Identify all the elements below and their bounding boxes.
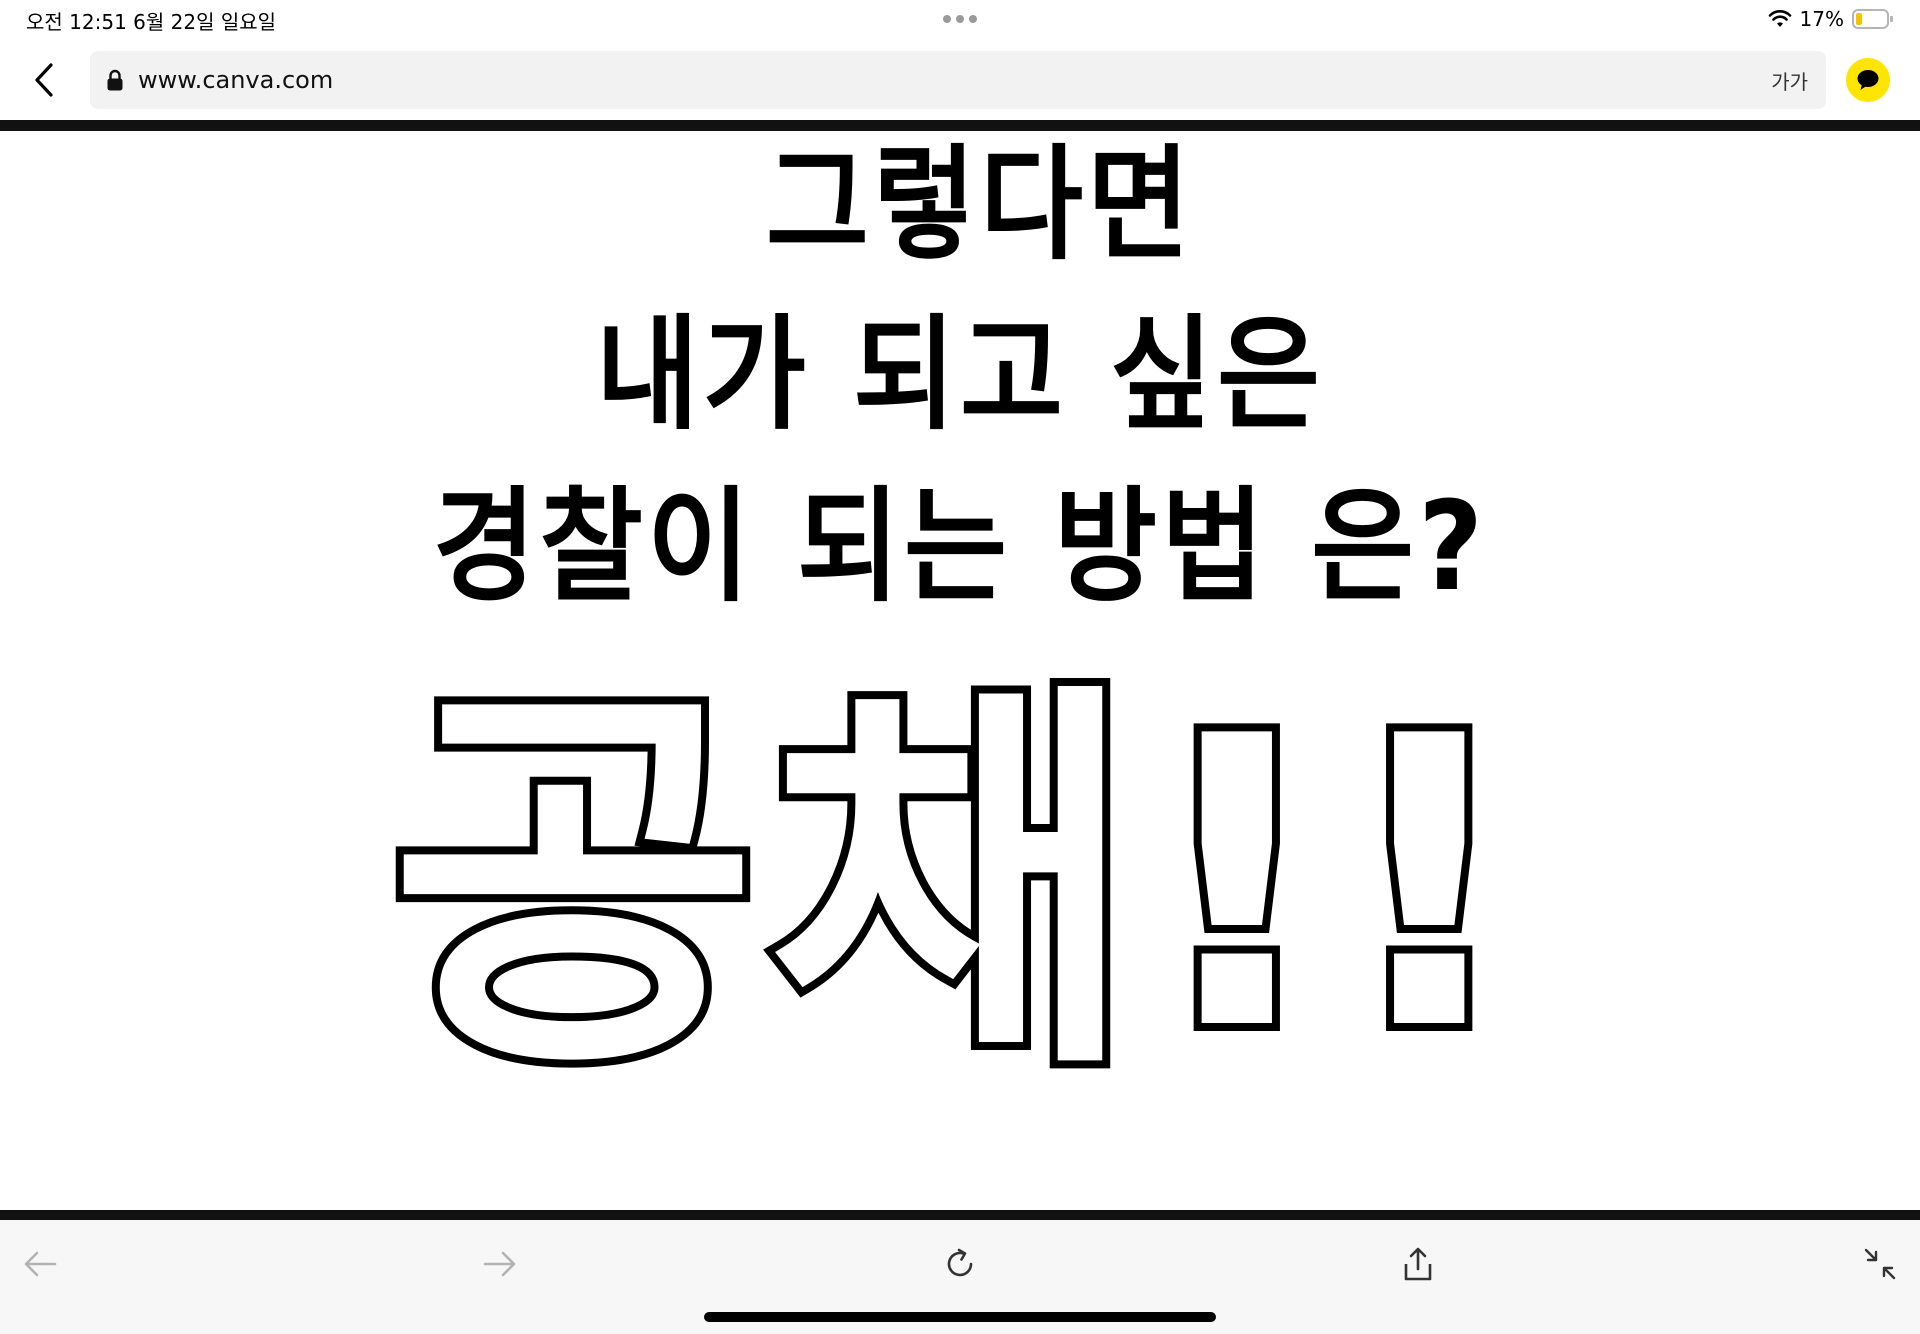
- headline-line-1: 그렇다면: [765, 133, 1195, 277]
- address-bar[interactable]: www.canva.com 가가: [90, 51, 1826, 109]
- status-right: 17%: [1768, 6, 1894, 32]
- headline-line-2: 내가 되고 싶은: [595, 303, 1325, 447]
- kakaotalk-icon: [1857, 70, 1879, 90]
- share-icon: [1404, 1247, 1432, 1281]
- battery-icon: [1852, 9, 1893, 29]
- arrow-right-icon: [483, 1251, 516, 1277]
- browser-nav-bar: www.canva.com 가가: [0, 40, 1920, 120]
- collapse-icon: [1864, 1248, 1896, 1280]
- url-text[interactable]: www.canva.com: [138, 66, 333, 94]
- multitasking-dots-icon[interactable]: [942, 14, 978, 24]
- back-button[interactable]: [26, 58, 62, 102]
- wifi-icon: [1768, 10, 1791, 27]
- battery-percent: 17%: [1799, 7, 1844, 31]
- arrow-left-icon: [24, 1251, 57, 1277]
- status-time-date: 오전 12:51 6월 22일 일요일: [26, 10, 277, 34]
- canva-slide: 그렇다면 내가 되고 싶은 경찰이 되는 방법 은? 공채!!: [0, 131, 1920, 1210]
- browser-back-button[interactable]: [18, 1242, 62, 1286]
- kakaotalk-button[interactable]: [1846, 58, 1890, 102]
- screen: 오전 12:51 6월 22일 일요일 17% www.canva.com 가가…: [0, 0, 1920, 1334]
- browser-forward-button[interactable]: [478, 1242, 522, 1286]
- reload-icon: [947, 1248, 973, 1277]
- collapse-button[interactable]: [1858, 1242, 1902, 1286]
- reload-button[interactable]: [938, 1242, 982, 1286]
- headline-line-3: 경찰이 되는 방법 은?: [432, 475, 1488, 619]
- content-top-rule: [0, 120, 1920, 131]
- share-button[interactable]: [1396, 1242, 1440, 1286]
- lock-icon: [107, 69, 123, 91]
- content-bottom-rule: [0, 1210, 1920, 1220]
- text-size-button[interactable]: 가가: [1771, 66, 1808, 95]
- status-bar: 오전 12:51 6월 22일 일요일 17%: [0, 0, 1920, 40]
- chevron-left-icon: [35, 63, 53, 97]
- home-indicator[interactable]: [704, 1312, 1216, 1322]
- outlined-big-word: 공채!!: [382, 653, 1531, 1118]
